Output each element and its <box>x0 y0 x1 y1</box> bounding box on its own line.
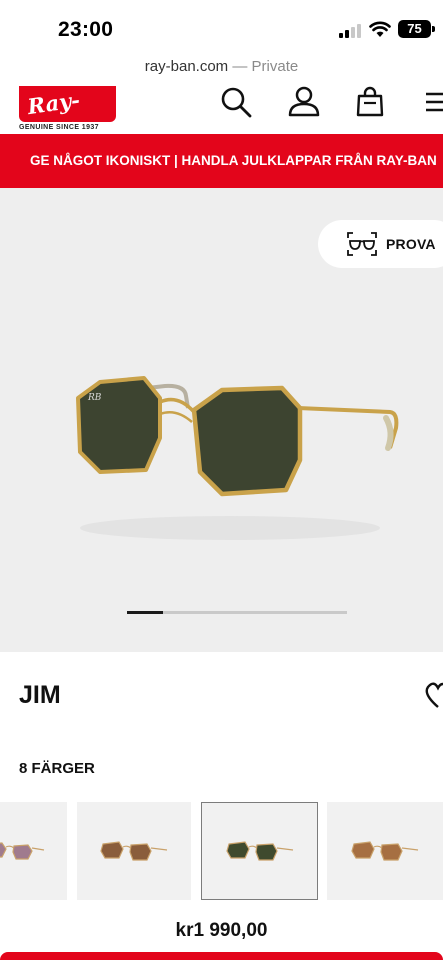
heart-icon[interactable] <box>421 680 443 708</box>
swatch-sunglasses-image <box>225 841 293 861</box>
gallery-pagination-active <box>127 611 163 614</box>
gallery-pagination[interactable] <box>127 611 347 614</box>
color-swatch[interactable] <box>327 802 443 900</box>
url-separator: — <box>232 58 248 75</box>
url-domain: ray-ban.com <box>144 58 229 75</box>
status-bar: 23:00 75 <box>0 0 443 58</box>
color-swatch-selected[interactable] <box>201 802 318 900</box>
battery-indicator: 75 <box>398 20 431 38</box>
logo-wordmark: Ray-Ban <box>25 86 82 122</box>
swatch-sunglasses-image <box>351 841 419 861</box>
color-swatch-list <box>0 802 443 902</box>
logo-tagline: GENUINE SINCE 1937 <box>19 124 99 131</box>
search-icon[interactable] <box>220 86 254 118</box>
sunglasses-product-image: RB <box>76 376 399 540</box>
product-gallery[interactable]: PROVA RB <box>0 188 443 652</box>
promo-text: GE NÅGOT IKONISKT | HANDLA JULKLAPPAR FR… <box>30 153 437 168</box>
cellular-signal-icon <box>339 24 363 38</box>
color-swatch[interactable] <box>0 802 67 900</box>
private-mode-label: Private <box>251 58 299 75</box>
site-header: Ray-Ban GENUINE SINCE 1937 <box>0 86 443 134</box>
promo-banner[interactable]: GE NÅGOT IKONISKT | HANDLA JULKLAPPAR FR… <box>0 134 443 188</box>
swatch-sunglasses-image <box>0 842 45 860</box>
virtual-try-on-button[interactable]: PROVA <box>318 220 443 268</box>
bag-icon[interactable] <box>355 86 385 118</box>
color-count-label: 8 FÄRGER <box>19 760 95 777</box>
product-price: kr1 990,00 <box>175 920 268 941</box>
add-to-cart-bar[interactable] <box>0 952 443 960</box>
try-on-glasses-icon <box>347 232 377 256</box>
account-icon[interactable] <box>287 86 321 118</box>
svg-text:RB: RB <box>87 393 102 403</box>
battery-tip <box>432 26 435 32</box>
status-time: 23:00 <box>58 18 114 41</box>
menu-icon[interactable] <box>424 90 443 114</box>
try-on-label: PROVA <box>386 236 436 252</box>
color-swatch[interactable] <box>77 802 191 900</box>
product-title: JIM <box>19 681 61 709</box>
address-bar[interactable]: ray-ban.com — Private <box>0 58 443 80</box>
swatch-sunglasses-image <box>100 841 168 861</box>
logo-badge: Ray-Ban <box>19 86 116 122</box>
brand-logo[interactable]: Ray-Ban GENUINE SINCE 1937 <box>19 86 116 132</box>
wifi-icon <box>369 21 391 37</box>
